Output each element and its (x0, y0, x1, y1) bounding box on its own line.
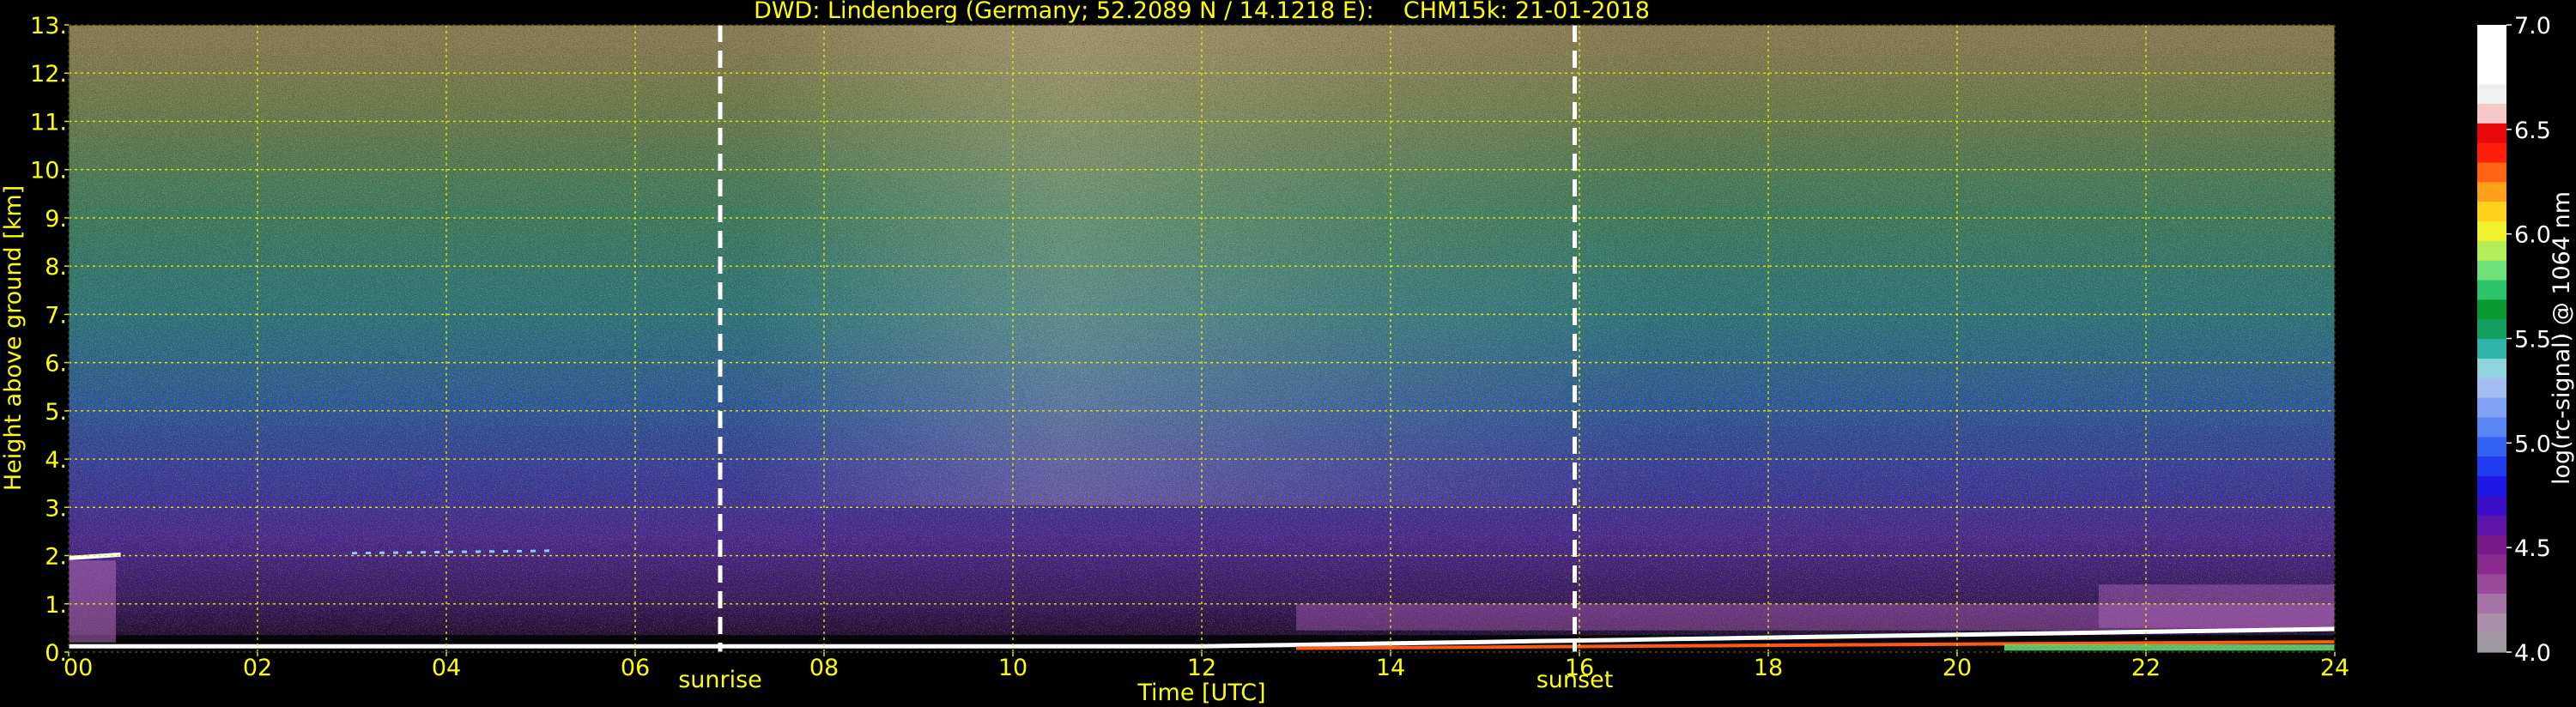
colorbar-tick-label: 4.0 (2514, 640, 2551, 667)
y-tick-label: 0. (45, 640, 67, 667)
x-tick-label: 08 (809, 655, 839, 681)
colorbar-segment (2477, 397, 2506, 418)
y-tick-label: 6. (45, 351, 67, 378)
y-tick-label: 5. (45, 399, 67, 426)
x-tick-label: 14 (1376, 655, 1405, 681)
colorbar-segment (2477, 63, 2506, 85)
colorbar-segment (2477, 299, 2506, 320)
y-tick-label: 3. (45, 495, 67, 522)
sunrise-label: sunrise (678, 667, 762, 693)
y-tick-label: 1. (45, 592, 67, 619)
colorbar-segment (2477, 338, 2506, 359)
colorbar-segment (2477, 456, 2506, 476)
colorbar-segment (2477, 613, 2506, 633)
x-tick-label: 10 (998, 655, 1027, 681)
colorbar-segment (2477, 240, 2506, 261)
x-tick-label: 24 (2320, 655, 2349, 681)
x-tick-label: 02 (243, 655, 272, 681)
y-tick-label: 10. (30, 158, 67, 184)
colorbar-segment (2477, 378, 2506, 398)
y-tick-label: 8. (45, 254, 67, 281)
colorbar-tick-label: 5.0 (2514, 431, 2551, 457)
y-tick-label: 2. (45, 544, 67, 571)
colorbar-segment (2477, 103, 2506, 124)
y-tick-label: 13. (30, 13, 67, 39)
colorbar-segment (2477, 260, 2506, 281)
colorbar-tick-label: 6.0 (2514, 222, 2551, 249)
x-tick-label: 06 (621, 655, 650, 681)
colorbar-segment (2477, 515, 2506, 535)
colorbar-tick-label: 5.5 (2514, 327, 2551, 354)
ceilometer-chart: sunrise sunset 00 02 04 06 08 10 12 14 16 18 20 22 24… (0, 0, 2575, 706)
y-tick-label: 11. (30, 109, 67, 136)
colorbar-segment (2477, 318, 2506, 340)
x-axis-label: Time [UTC] (1136, 680, 1265, 706)
colorbar-segment (2477, 142, 2506, 163)
colorbar-segment (2477, 279, 2506, 300)
colorbar: 4.0 4.5 5.0 5.5 6.0 6.5 7.0 (2477, 13, 2551, 667)
x-tick-label: 12 (1187, 655, 1216, 681)
colorbar-segment (2477, 201, 2506, 222)
colorbar-label: log(rc-signal) @ 1064 nm (2549, 191, 2575, 485)
colorbar-segment (2477, 161, 2506, 183)
colorbar-segment (2477, 221, 2506, 241)
colorbar-segment (2477, 632, 2506, 653)
late-aerosol-layer (2099, 584, 2335, 628)
x-tick-label: 22 (2131, 655, 2161, 681)
colorbar-segment (2477, 83, 2506, 104)
colorbar-segment (2477, 25, 2506, 45)
colorbar-segment (2477, 534, 2506, 555)
y-tick-label: 4. (45, 447, 67, 474)
x-tick-label: 00 (64, 655, 93, 681)
y-tick-label: 9. (45, 206, 67, 233)
colorbar-segment (2477, 553, 2506, 575)
colorbar-segment (2477, 475, 2506, 496)
colorbar-segment (2477, 573, 2506, 595)
x-tick-label: 16 (1565, 655, 1594, 681)
colorbar-segment (2477, 436, 2506, 457)
colorbar-segment (2477, 123, 2506, 143)
y-tick-label: 12. (30, 61, 67, 88)
colorbar-tick-label: 7.0 (2514, 13, 2551, 39)
colorbar-segment (2477, 593, 2506, 613)
x-tick-label: 18 (1754, 655, 1783, 681)
colorbar-tick-label: 4.5 (2514, 535, 2551, 562)
y-tick-label: 7. (45, 302, 67, 329)
x-tick-label: 04 (432, 655, 461, 681)
x-axis-ticks: 00 02 04 06 08 10 12 14 16 18 20 22 24 (64, 652, 2349, 681)
colorbar-segment (2477, 358, 2506, 378)
colorbar-tick-label: 6.5 (2514, 118, 2551, 144)
colorbar-segment (2477, 495, 2506, 516)
chart-title: DWD: Lindenberg (Germany; 52.2089 N / 14… (754, 0, 1650, 24)
colorbar-segment (2477, 181, 2506, 202)
colorbar-segment (2477, 44, 2506, 65)
y-axis-label: Height above ground [km] (0, 185, 27, 491)
surface-green-band (2004, 644, 2335, 651)
night-aerosol-patch (69, 560, 116, 643)
x-tick-label: 20 (1943, 655, 1972, 681)
colorbar-segment (2477, 416, 2506, 438)
y-axis-ticks: 0. 1. 2. 3. 4. 5. 6. 7. 8. 9. 10. 11. 12. 13. (30, 13, 69, 667)
